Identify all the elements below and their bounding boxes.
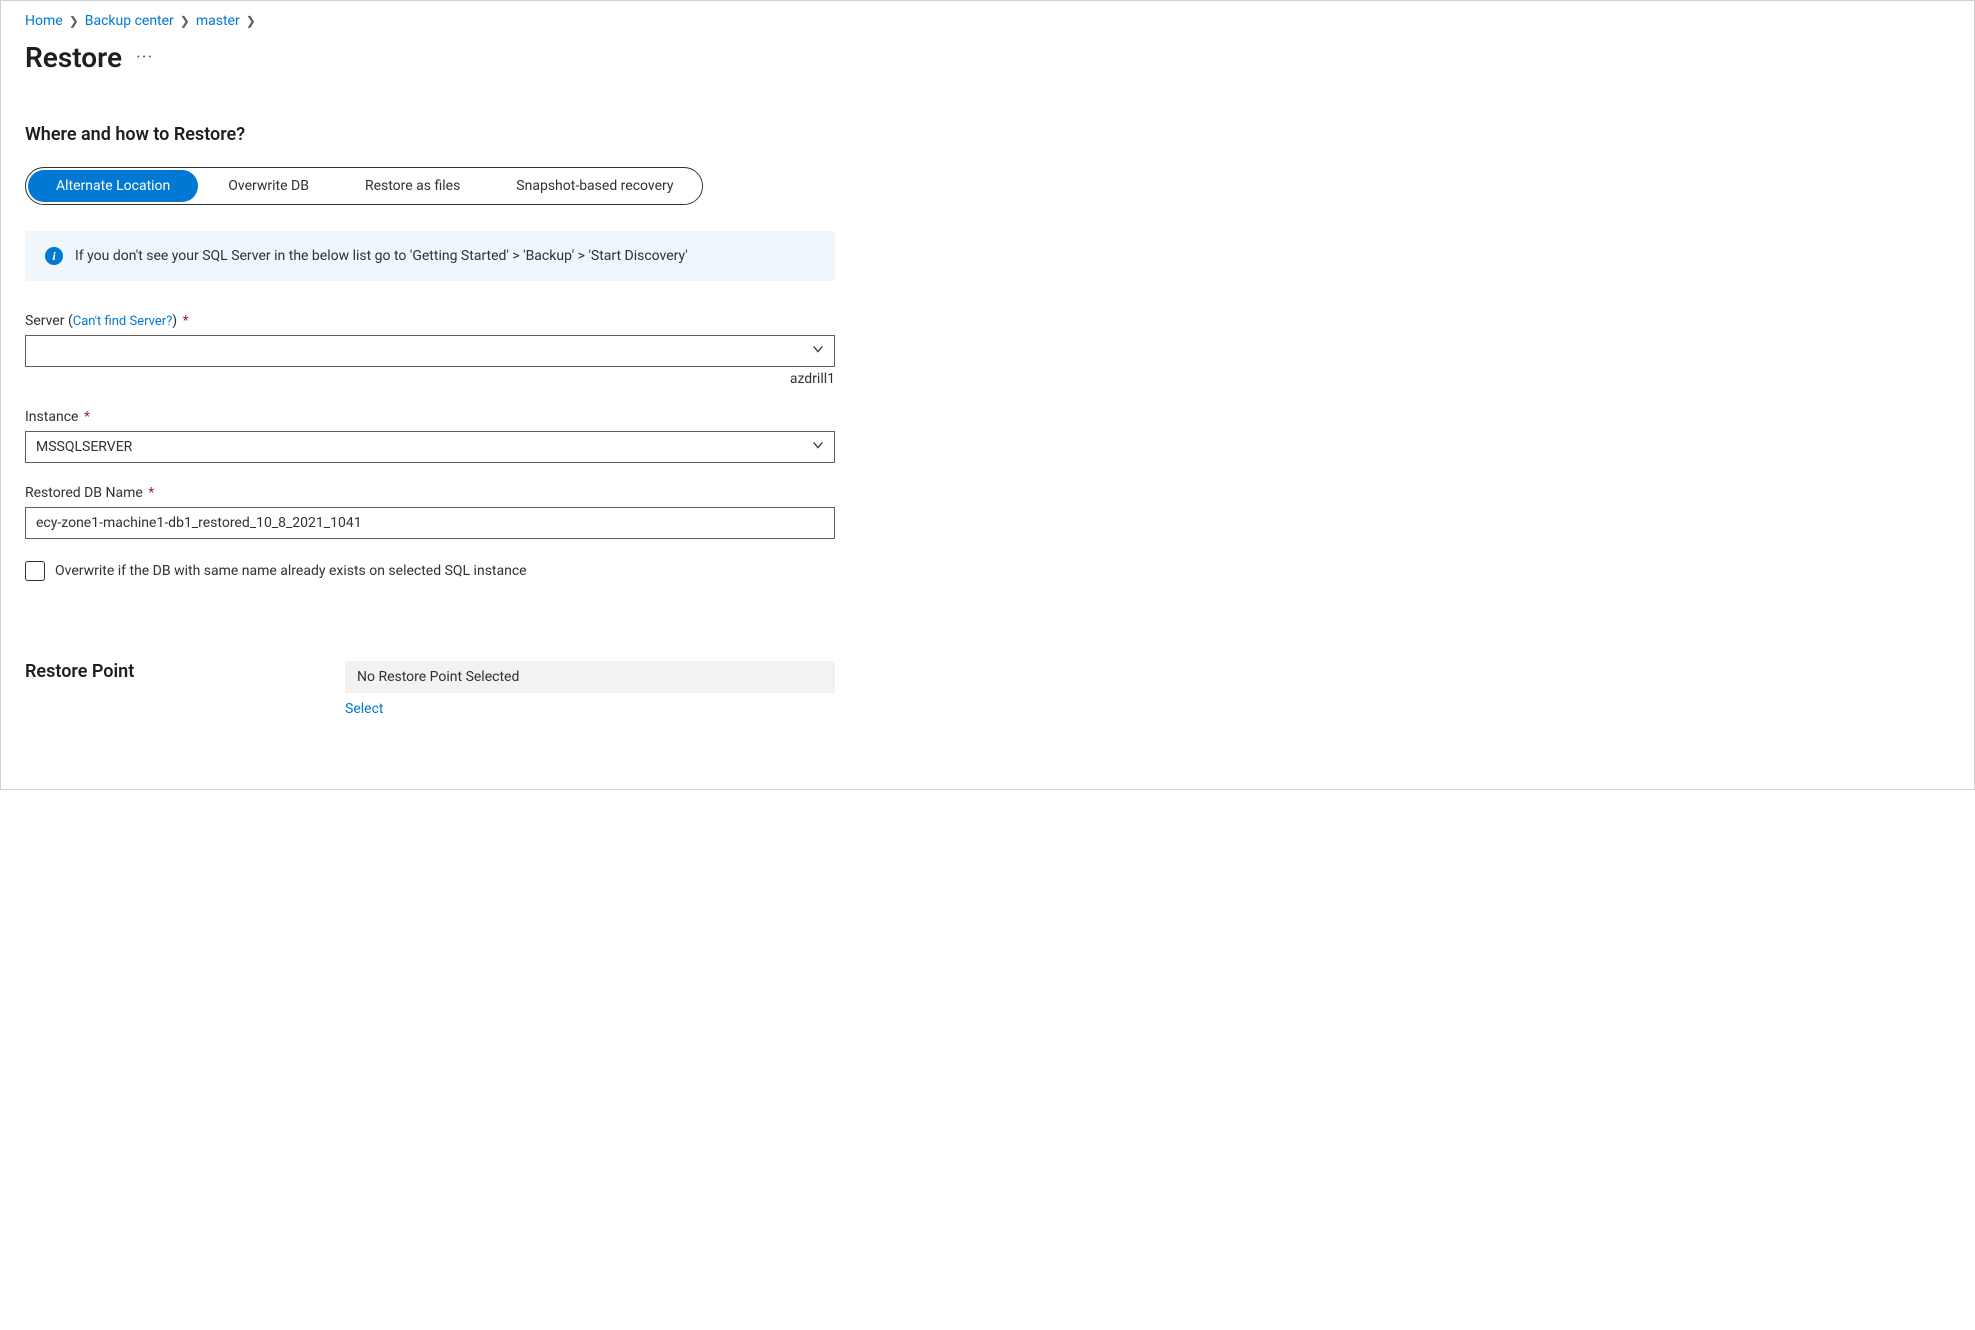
server-label-text: Server (25, 313, 64, 329)
server-select-wrap (25, 335, 835, 367)
restore-point-body: No Restore Point Selected Select (345, 661, 835, 717)
restored-db-name-group: Restored DB Name * (25, 485, 835, 539)
cant-find-server-link[interactable]: Can't find Server? (73, 314, 173, 329)
server-select[interactable] (25, 335, 835, 367)
breadcrumb-backup-center[interactable]: Backup center (85, 13, 174, 29)
instance-label: Instance * (25, 409, 835, 425)
tab-restore-as-files[interactable]: Restore as files (337, 170, 488, 202)
restore-point-status: No Restore Point Selected (345, 661, 835, 693)
breadcrumb-master[interactable]: master (196, 13, 240, 29)
restore-point-select-link[interactable]: Select (345, 701, 383, 717)
overwrite-checkbox-label: Overwrite if the DB with same name alrea… (55, 563, 527, 579)
section-heading: Where and how to Restore? (25, 124, 1950, 145)
more-icon[interactable]: ··· (136, 47, 153, 68)
tab-alternate-location[interactable]: Alternate Location (28, 170, 198, 202)
overwrite-checkbox[interactable] (25, 561, 45, 581)
title-row: Restore ··· (25, 41, 1950, 74)
info-text: If you don't see your SQL Server in the … (75, 248, 688, 264)
instance-select-wrap: MSSQLSERVER (25, 431, 835, 463)
restore-point-row: Restore Point No Restore Point Selected … (25, 661, 1950, 717)
required-marker: * (183, 313, 189, 329)
overwrite-checkbox-row: Overwrite if the DB with same name alrea… (25, 561, 1950, 581)
restore-point-heading: Restore Point (25, 661, 345, 682)
chevron-right-icon: ❯ (180, 14, 190, 28)
restored-db-name-input[interactable] (25, 507, 835, 539)
tab-snapshot-recovery[interactable]: Snapshot-based recovery (488, 170, 701, 202)
restored-db-name-label: Restored DB Name * (25, 485, 835, 501)
page-title: Restore (25, 41, 122, 74)
breadcrumb: Home ❯ Backup center ❯ master ❯ (25, 13, 1950, 29)
server-helper-text: azdrill1 (25, 371, 835, 387)
instance-label-text: Instance (25, 409, 78, 425)
breadcrumb-home[interactable]: Home (25, 13, 63, 29)
server-field-group: Server (Can't find Server?) * azdrill1 (25, 313, 835, 387)
required-marker: * (84, 409, 90, 425)
required-marker: * (148, 485, 154, 501)
info-callout: i If you don't see your SQL Server in th… (25, 231, 835, 281)
chevron-right-icon: ❯ (246, 14, 256, 28)
server-label: Server (Can't find Server?) * (25, 313, 835, 329)
restored-db-name-label-text: Restored DB Name (25, 485, 143, 501)
chevron-right-icon: ❯ (69, 14, 79, 28)
instance-select[interactable]: MSSQLSERVER (25, 431, 835, 463)
instance-field-group: Instance * MSSQLSERVER (25, 409, 835, 463)
tab-overwrite-db[interactable]: Overwrite DB (200, 170, 337, 202)
restore-mode-tabs: Alternate Location Overwrite DB Restore … (25, 167, 703, 205)
info-icon: i (45, 247, 63, 265)
